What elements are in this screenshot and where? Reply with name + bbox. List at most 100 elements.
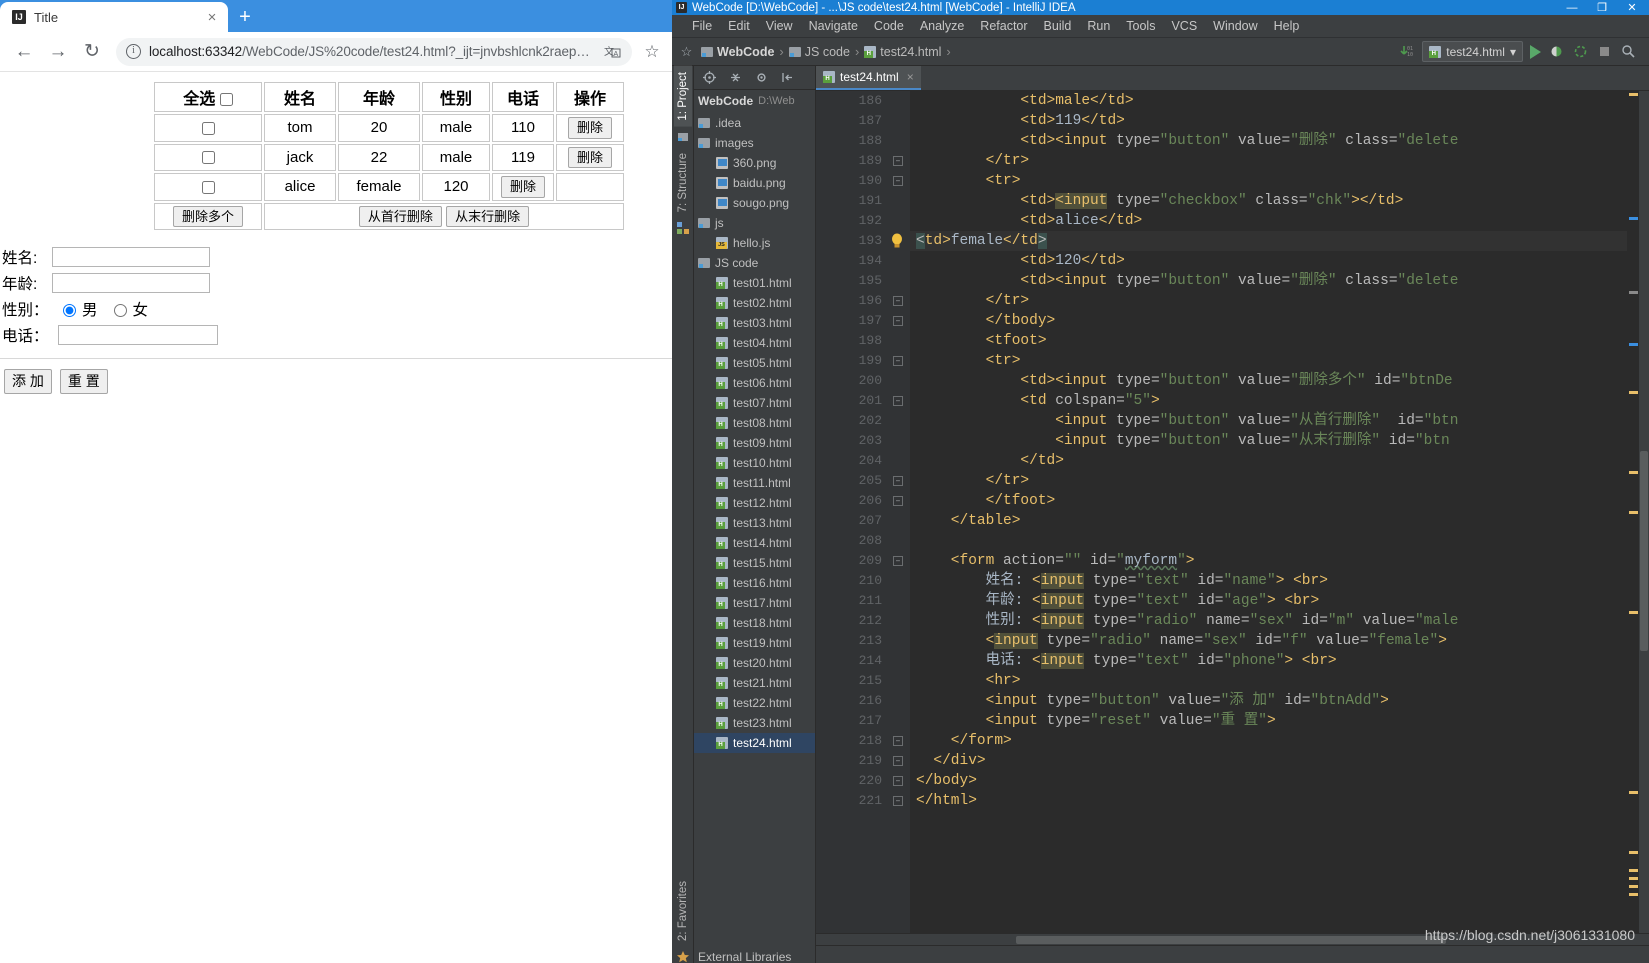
menu-window[interactable]: Window: [1205, 17, 1265, 35]
gutter-line[interactable]: 207: [816, 511, 910, 531]
code-line[interactable]: <td>119</td>: [910, 111, 1627, 131]
translate-icon[interactable]: 文A: [604, 44, 622, 60]
delete-first-row-button[interactable]: 从首行删除: [358, 205, 442, 228]
fold-marker-icon[interactable]: –: [893, 796, 903, 806]
menu-code[interactable]: Code: [866, 17, 912, 35]
gutter-line[interactable]: 209–: [816, 551, 910, 571]
menu-run[interactable]: Run: [1079, 17, 1118, 35]
gutter-line[interactable]: 199–: [816, 351, 910, 371]
code-line[interactable]: </tr>: [910, 151, 1627, 171]
project-root-row[interactable]: WebCode D:\Web: [694, 90, 815, 112]
sidebar-item-project[interactable]: 1: Project: [673, 66, 692, 127]
row-checkbox[interactable]: [201, 121, 215, 135]
gutter-line[interactable]: 194: [816, 251, 910, 271]
tree-node[interactable]: test03.html: [694, 313, 815, 333]
run-icon[interactable]: [1530, 44, 1541, 59]
fold-marker-icon[interactable]: –: [893, 316, 903, 326]
tree-node[interactable]: test07.html: [694, 393, 815, 413]
gutter-line[interactable]: 192: [816, 211, 910, 231]
debug-icon[interactable]: [1548, 43, 1565, 60]
minimize-icon[interactable]: —: [1557, 0, 1587, 15]
error-stripe-markers[interactable]: [1627, 91, 1639, 933]
delete-row-button[interactable]: 删除: [567, 146, 612, 169]
tree-node[interactable]: test08.html: [694, 413, 815, 433]
code-line[interactable]: </tfoot>: [910, 491, 1627, 511]
phone-input[interactable]: [58, 325, 218, 346]
gutter-line[interactable]: 203: [816, 431, 910, 451]
gutter-line[interactable]: 205–: [816, 471, 910, 491]
gutter-line[interactable]: 206–: [816, 491, 910, 511]
forward-icon[interactable]: →: [42, 36, 74, 68]
tree-node[interactable]: test22.html: [694, 693, 815, 713]
gutter-line[interactable]: 197–: [816, 311, 910, 331]
code-line[interactable]: <input type="reset" value="重 置">: [910, 711, 1627, 731]
breadcrumb-item-file[interactable]: test24.html: [864, 45, 941, 59]
tree-node[interactable]: test14.html: [694, 533, 815, 553]
code-line[interactable]: <td><input type="button" value="删除" clas…: [910, 271, 1627, 291]
tree-node[interactable]: js: [694, 213, 815, 233]
tree-node[interactable]: test21.html: [694, 673, 815, 693]
add-button[interactable]: 添 加: [4, 369, 52, 395]
fold-marker-icon[interactable]: –: [893, 756, 903, 766]
collapse-all-icon[interactable]: [727, 69, 744, 86]
gutter-line[interactable]: 219–: [816, 751, 910, 771]
code-line[interactable]: 姓名: <input type="text" id="name"> <br>: [910, 571, 1627, 591]
tree-node[interactable]: 360.png: [694, 153, 815, 173]
code-line[interactable]: <td><input type="checkbox" class="chk"><…: [910, 191, 1627, 211]
fold-marker-icon[interactable]: –: [893, 156, 903, 166]
run-configuration-selector[interactable]: test24.html ▾: [1422, 41, 1523, 62]
editor-tab-test24[interactable]: test24.html ×: [816, 66, 921, 90]
fold-marker-icon[interactable]: –: [893, 296, 903, 306]
menu-vcs[interactable]: VCS: [1163, 17, 1205, 35]
scrollbar-thumb[interactable]: [1640, 451, 1648, 651]
menu-tools[interactable]: Tools: [1118, 17, 1163, 35]
code-line[interactable]: <form action="" id="myform">: [910, 551, 1627, 571]
hide-panel-icon[interactable]: [779, 69, 796, 86]
close-icon[interactable]: ×: [204, 9, 220, 26]
code-line[interactable]: </table>: [910, 511, 1627, 531]
select-all-checkbox[interactable]: [219, 93, 233, 107]
tree-node[interactable]: test02.html: [694, 293, 815, 313]
fold-marker-icon[interactable]: –: [893, 776, 903, 786]
tree-node[interactable]: test12.html: [694, 493, 815, 513]
code-line[interactable]: </td>: [910, 451, 1627, 471]
menu-help[interactable]: Help: [1266, 17, 1308, 35]
site-info-icon[interactable]: i: [126, 44, 141, 59]
gutter-line[interactable]: 208: [816, 531, 910, 551]
fold-marker-icon[interactable]: –: [893, 736, 903, 746]
menu-refactor[interactable]: Refactor: [972, 17, 1035, 35]
tree-node[interactable]: test01.html: [694, 273, 815, 293]
maximize-icon[interactable]: ❐: [1587, 0, 1617, 15]
gutter-line[interactable]: 187: [816, 111, 910, 131]
tree-node[interactable]: test05.html: [694, 353, 815, 373]
close-icon[interactable]: ✕: [1617, 0, 1647, 15]
menu-edit[interactable]: Edit: [720, 17, 758, 35]
code-line[interactable]: <td><input type="button" value="删除多个" id…: [910, 371, 1627, 391]
gutter-line[interactable]: 188: [816, 131, 910, 151]
gutter-line[interactable]: 198: [816, 331, 910, 351]
gutter-line[interactable]: 189–: [816, 151, 910, 171]
code-line[interactable]: <hr>: [910, 671, 1627, 691]
browser-tab[interactable]: IJ Title ×: [0, 2, 228, 32]
tree-node[interactable]: test23.html: [694, 713, 815, 733]
tree-node[interactable]: test18.html: [694, 613, 815, 633]
menu-file[interactable]: File: [684, 17, 720, 35]
code-line[interactable]: 电话: <input type="text" id="phone"> <br>: [910, 651, 1627, 671]
tree-node[interactable]: test19.html: [694, 633, 815, 653]
delete-last-row-button[interactable]: 从末行删除: [446, 205, 530, 228]
delete-row-button[interactable]: 删除: [500, 176, 545, 198]
code-line[interactable]: <input type="radio" name="sex" id="f" va…: [910, 631, 1627, 651]
gutter-line[interactable]: 186: [816, 91, 910, 111]
stop-icon[interactable]: [1596, 43, 1613, 60]
gutter-line[interactable]: 193: [816, 231, 910, 251]
editor-gutter[interactable]: 186 187 188 189–190–191 192 193 194 195 196–197–…: [816, 91, 910, 933]
tree-node[interactable]: baidu.png: [694, 173, 815, 193]
editor-vertical-scrollbar[interactable]: [1639, 91, 1649, 933]
sidebar-item-structure[interactable]: 7: Structure: [674, 147, 692, 218]
code-line[interactable]: <td colspan="5">: [910, 391, 1627, 411]
gutter-line[interactable]: 216: [816, 691, 910, 711]
code-line[interactable]: <td><input type="button" value="删除" clas…: [910, 131, 1627, 151]
gutter-line[interactable]: 215: [816, 671, 910, 691]
address-bar[interactable]: i localhost:63342/WebCode/JS%20code/test…: [116, 37, 632, 66]
sex-male-radio[interactable]: [63, 304, 76, 318]
